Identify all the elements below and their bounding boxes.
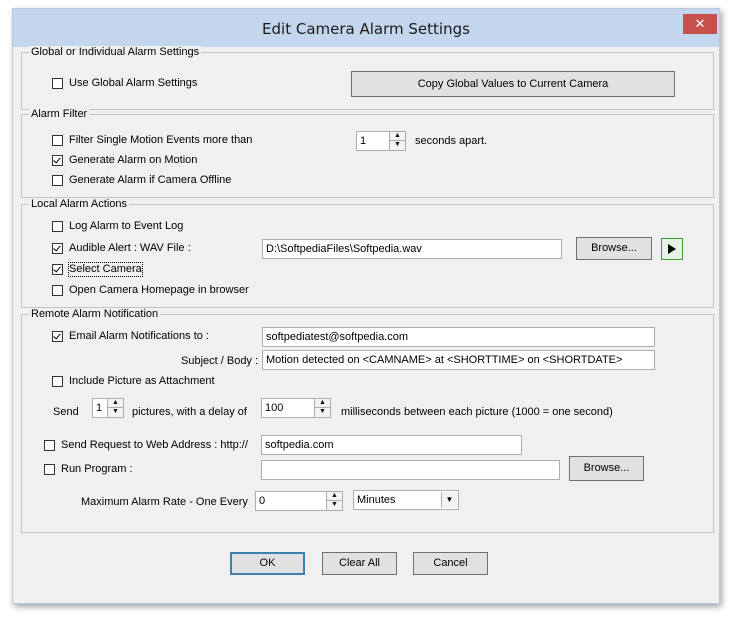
pictures-count-spinner[interactable]: ▲ ▼	[107, 399, 123, 417]
email-notification-checkbox[interactable]	[52, 331, 63, 342]
include-picture-label: Include Picture as Attachment	[69, 375, 215, 387]
spin-down-icon[interactable]: ▼	[315, 408, 330, 417]
chevron-down-icon[interactable]: ▼	[441, 492, 457, 508]
open-homepage-label: Open Camera Homepage in browser	[69, 284, 249, 296]
delay-ms-input[interactable]: 100 ▲ ▼	[261, 398, 331, 418]
run-program-checkbox[interactable]	[44, 464, 55, 475]
wav-browse-button[interactable]: Browse...	[576, 237, 652, 260]
rate-unit-select[interactable]: Minutes ▼	[353, 490, 459, 510]
dialog-client: Global or Individual Alarm Settings Use …	[21, 46, 714, 595]
email-notification-label: Email Alarm Notifications to :	[69, 330, 209, 342]
delay-ms-spinner[interactable]: ▲ ▼	[314, 399, 330, 417]
spin-up-icon[interactable]: ▲	[108, 399, 123, 408]
program-browse-button[interactable]: Browse...	[569, 456, 644, 481]
seconds-apart-spinner[interactable]: ▲ ▼	[389, 132, 405, 150]
email-address-input[interactable]: softpediatest@softpedia.com	[262, 327, 655, 347]
pictures-count-input[interactable]: 1 ▲ ▼	[92, 398, 124, 418]
alarm-rate-value: 0	[259, 495, 266, 507]
pictures-count-value: 1	[96, 402, 103, 414]
dialog-window: Edit Camera Alarm Settings ✕ Global or I…	[12, 8, 720, 604]
use-global-label: Use Global Alarm Settings	[69, 77, 198, 89]
delay-ms-label: milliseconds between each picture (1000 …	[341, 406, 613, 418]
audible-alert-label: Audible Alert : WAV File :	[69, 242, 191, 254]
open-homepage-checkbox[interactable]	[52, 285, 63, 296]
global-settings-group-label: Global or Individual Alarm Settings	[29, 46, 202, 59]
rate-unit-value: Minutes	[357, 494, 396, 506]
max-alarm-rate-label: Maximum Alarm Rate - One Every	[81, 496, 248, 508]
remote-notification-group-label: Remote Alarm Notification	[29, 308, 161, 321]
run-program-input[interactable]	[261, 460, 560, 480]
spin-down-icon[interactable]: ▼	[390, 141, 405, 150]
play-icon	[668, 244, 676, 254]
web-address-input[interactable]: softpedia.com	[261, 435, 522, 455]
alarm-rate-spinner[interactable]: ▲ ▼	[326, 492, 342, 510]
copy-global-values-button[interactable]: Copy Global Values to Current Camera	[351, 71, 675, 97]
play-wav-button[interactable]	[661, 238, 683, 260]
generate-alarm-motion-checkbox[interactable]	[52, 155, 63, 166]
use-global-checkbox[interactable]	[52, 78, 63, 89]
alarm-rate-input[interactable]: 0 ▲ ▼	[255, 491, 343, 511]
pictures-delay-label: pictures, with a delay of	[132, 406, 247, 418]
generate-alarm-motion-label: Generate Alarm on Motion	[69, 154, 198, 166]
title-bar: Edit Camera Alarm Settings ✕	[13, 9, 719, 47]
web-request-label: Send Request to Web Address : http://	[61, 439, 248, 451]
seconds-apart-suffix: seconds apart.	[415, 135, 488, 147]
run-program-label: Run Program :	[61, 463, 133, 475]
clear-all-button[interactable]: Clear All	[322, 552, 397, 575]
window-title: Edit Camera Alarm Settings	[262, 20, 470, 38]
web-request-checkbox[interactable]	[44, 440, 55, 451]
subject-body-input[interactable]: Motion detected on <CAMNAME> at <SHORTTI…	[262, 350, 655, 370]
spin-down-icon[interactable]: ▼	[108, 408, 123, 417]
log-event-label: Log Alarm to Event Log	[69, 220, 184, 232]
alarm-filter-group-label: Alarm Filter	[29, 108, 90, 121]
spin-up-icon[interactable]: ▲	[315, 399, 330, 408]
ok-button[interactable]: OK	[230, 552, 305, 575]
close-button[interactable]: ✕	[683, 14, 717, 34]
cancel-button[interactable]: Cancel	[413, 552, 488, 575]
wav-file-input[interactable]: D:\SoftpediaFiles\Softpedia.wav	[262, 239, 562, 259]
local-actions-group-label: Local Alarm Actions	[29, 198, 129, 211]
audible-alert-checkbox[interactable]	[52, 243, 63, 254]
subject-body-label: Subject / Body :	[181, 355, 259, 367]
spin-up-icon[interactable]: ▲	[327, 492, 342, 501]
seconds-apart-input[interactable]: 1 ▲ ▼	[356, 131, 406, 151]
filter-single-motion-label: Filter Single Motion Events more than	[69, 134, 253, 146]
select-camera-checkbox[interactable]	[52, 264, 63, 275]
generate-alarm-offline-checkbox[interactable]	[52, 175, 63, 186]
select-camera-label: Select Camera	[68, 262, 143, 277]
spin-up-icon[interactable]: ▲	[390, 132, 405, 141]
include-picture-checkbox[interactable]	[52, 376, 63, 387]
filter-single-motion-checkbox[interactable]	[52, 135, 63, 146]
delay-ms-value: 100	[265, 402, 284, 414]
generate-alarm-offline-label: Generate Alarm if Camera Offline	[69, 174, 232, 186]
spin-down-icon[interactable]: ▼	[327, 501, 342, 510]
log-event-checkbox[interactable]	[52, 221, 63, 232]
send-label: Send	[53, 406, 79, 418]
seconds-apart-value: 1	[360, 135, 367, 147]
